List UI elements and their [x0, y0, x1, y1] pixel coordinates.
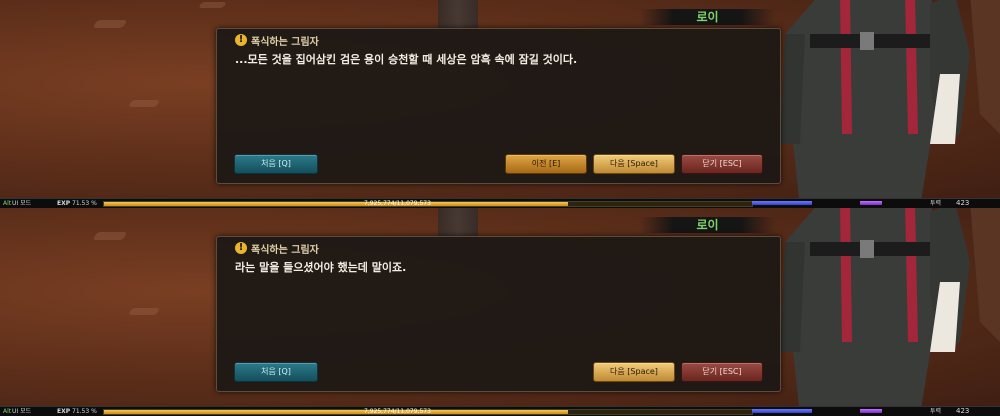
ui-mode-toggle[interactable]: UI 모드 — [12, 199, 31, 208]
exp-numbers: 7,925,774/11,079,573 — [364, 200, 431, 207]
exp-percent: 71.53 % — [72, 200, 97, 207]
exp-bar-fill — [104, 202, 568, 206]
game-scene-bottom: 로이 ! 폭식하는 그림자 라는 말을 들으셨어야 했는데 말이죠. 처음 [Q… — [0, 208, 1000, 416]
mana-bar — [752, 409, 812, 413]
ground-debris — [198, 2, 227, 8]
ground-debris — [127, 308, 161, 315]
speaker-row: ! 폭식하는 그림자 — [235, 241, 319, 256]
mana-bar — [752, 201, 812, 205]
speaker-name: 폭식하는 그림자 — [251, 36, 319, 48]
skill-bar — [860, 409, 882, 413]
dialogue-box: ! 폭식하는 그림자 라는 말을 들으셨어야 했는데 말이죠. 처음 [Q] 다… — [216, 236, 781, 392]
ground-debris — [92, 232, 128, 240]
speaker-row: ! 폭식하는 그림자 — [235, 33, 319, 48]
ui-mode-toggle[interactable]: UI 모드 — [12, 407, 31, 416]
exclamation-icon: ! — [235, 34, 247, 46]
dialogue-text: 라는 말을 들으셨어야 했는데 말이죠. — [235, 261, 407, 274]
ground-debris — [127, 100, 161, 107]
alt-key-label: Alt — [3, 200, 12, 207]
first-button[interactable]: 처음 [Q] — [234, 154, 318, 174]
next-button[interactable]: 다음 [Space] — [593, 154, 675, 174]
stamina-value: 423 — [956, 407, 970, 415]
close-button[interactable]: 닫기 [ESC] — [681, 154, 763, 174]
exp-numbers: 7,925,774/11,079,573 — [364, 408, 431, 415]
stamina-value: 423 — [956, 199, 970, 207]
game-scene-top: 로이 ! 폭식하는 그림자 ...모든 것을 집어삼킨 검은 용이 승천할 때 … — [0, 0, 1000, 208]
background-character — [438, 208, 478, 238]
background-character — [438, 0, 478, 30]
speaker-name: 폭식하는 그림자 — [251, 244, 319, 256]
status-bar: Alt UI 모드 EXP 71.53 % 7,925,774/11,079,5… — [0, 406, 1000, 416]
character-portrait — [780, 0, 1000, 208]
stamina-label: 투력 — [930, 200, 942, 207]
character-nameplate: 로이 — [640, 9, 775, 25]
skill-bar — [860, 201, 882, 205]
dialogue-text: ...모든 것을 집어삼킨 검은 용이 승천할 때 세상은 암흑 속에 잠길 것… — [235, 53, 578, 66]
ground-debris — [92, 20, 128, 28]
close-button[interactable]: 닫기 [ESC] — [681, 362, 763, 382]
character-portrait — [780, 208, 1000, 416]
exp-percent: 71.53 % — [72, 408, 97, 415]
first-button[interactable]: 처음 [Q] — [234, 362, 318, 382]
exclamation-icon: ! — [235, 242, 247, 254]
alt-key-label: Alt — [3, 408, 12, 415]
exp-label: EXP — [57, 200, 71, 207]
status-bar: Alt UI 모드 EXP 71.53 % 7,925,774/11,079,5… — [0, 198, 1000, 208]
exp-label: EXP — [57, 408, 71, 415]
next-button[interactable]: 다음 [Space] — [593, 362, 675, 382]
stamina-label: 투력 — [930, 408, 942, 415]
dialogue-box: ! 폭식하는 그림자 ...모든 것을 집어삼킨 검은 용이 승천할 때 세상은… — [216, 28, 781, 184]
exp-bar-fill — [104, 410, 568, 414]
previous-button[interactable]: 이전 [E] — [505, 154, 587, 174]
character-nameplate: 로이 — [640, 217, 775, 233]
